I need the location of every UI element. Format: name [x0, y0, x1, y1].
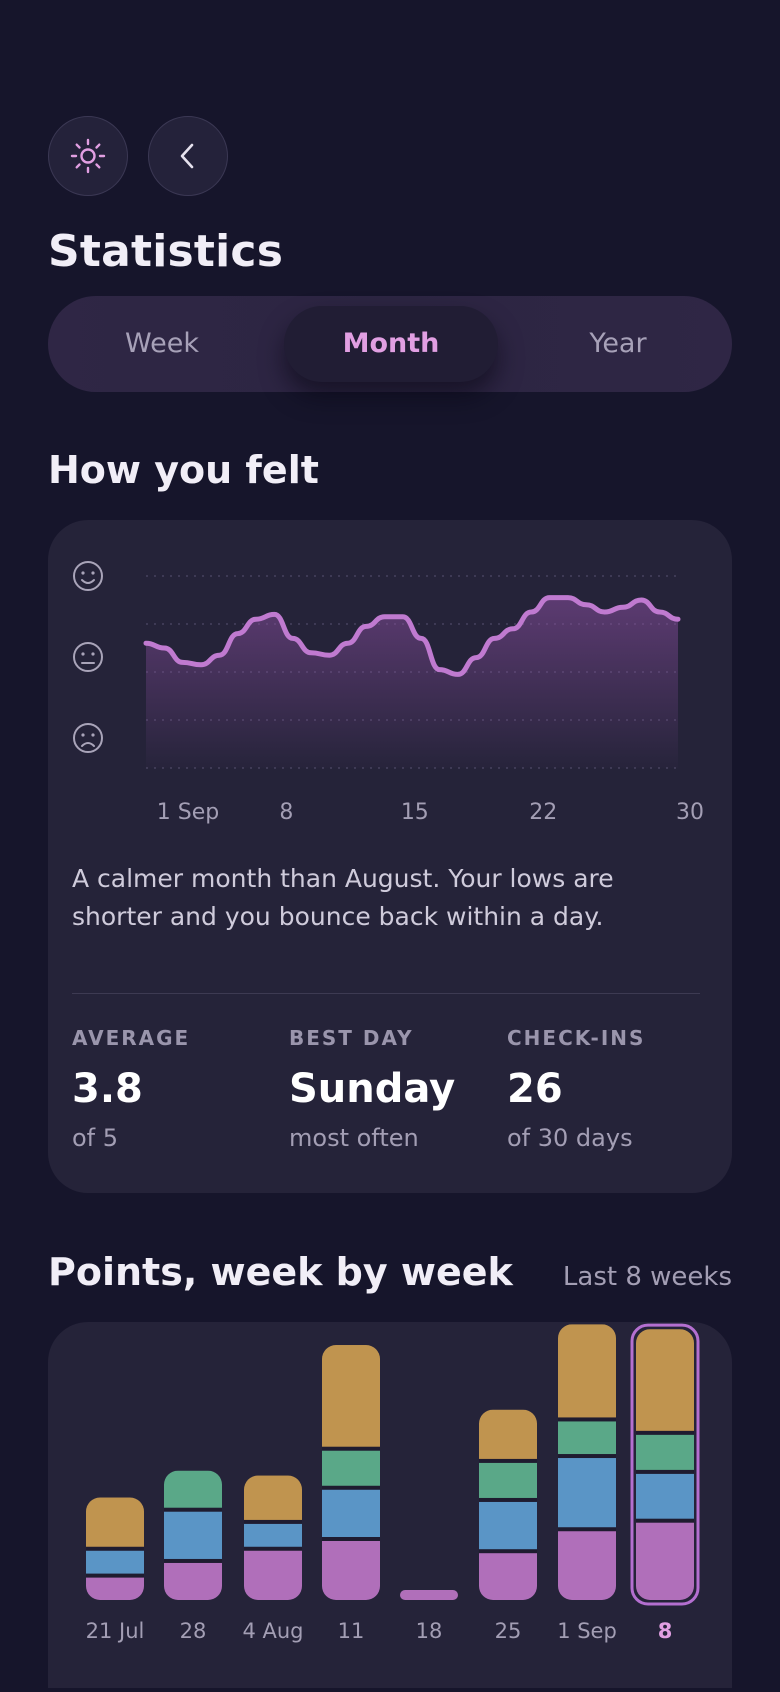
bar-segment — [164, 1470, 222, 1510]
bar-segment — [479, 1499, 537, 1552]
bar-column[interactable] — [164, 1470, 222, 1600]
bar-separator — [322, 1446, 380, 1451]
bar-segment — [322, 1448, 380, 1488]
bar-segment — [322, 1487, 380, 1539]
back-button[interactable] — [148, 116, 228, 196]
x-tick-label: 18 — [416, 1619, 443, 1643]
x-tick-label: 11 — [338, 1619, 365, 1643]
x-tick-label: 21 Jul — [86, 1619, 145, 1643]
x-tick-label: 15 — [401, 800, 429, 825]
bar-separator — [164, 1558, 222, 1563]
bar-segment — [322, 1539, 380, 1600]
bar-segment — [164, 1560, 222, 1600]
x-tick-label: 30 — [676, 800, 704, 825]
x-tick-label: 22 — [529, 800, 557, 825]
bar-segment — [636, 1471, 694, 1521]
bar-separator — [322, 1485, 380, 1490]
bar-column[interactable] — [558, 1324, 616, 1600]
mood-card: 1 Sep 8 15 22 30 A calmer month than August.… — [48, 520, 732, 1193]
bar-segment — [479, 1409, 537, 1461]
mood-description: A calmer month than August. Your lows ar… — [72, 864, 614, 931]
bar-separator — [322, 1537, 380, 1541]
stat-value: 3.8 — [72, 1066, 143, 1112]
bar-separator — [86, 1546, 144, 1551]
bar-column[interactable] — [244, 1475, 302, 1600]
period-segmented-control: Week Month Year — [48, 296, 732, 392]
bar-column[interactable] — [86, 1497, 144, 1600]
stat-label: BEST DAY — [289, 1026, 414, 1050]
stat-check-ins: CHECK-INS 26 of 30 days — [507, 1026, 717, 1152]
divider — [72, 993, 700, 994]
x-tick-label: 4 Aug — [242, 1619, 303, 1643]
bar-column[interactable] — [479, 1409, 537, 1600]
points-heading: Points, week by week — [48, 1250, 513, 1294]
tab-week[interactable]: Week — [48, 296, 276, 392]
mood-heading: How you felt — [48, 448, 319, 492]
stat-value: Sunday — [289, 1066, 456, 1112]
bar-segment — [86, 1497, 144, 1549]
bar-separator — [479, 1549, 537, 1554]
bar-segment — [636, 1329, 694, 1433]
stat-sub: most often — [289, 1124, 419, 1152]
bar-separator — [636, 1430, 694, 1435]
points-card: 21 Jul 28 4 Aug 11 18 25 1 Sep 8 — [48, 1322, 732, 1688]
bar-segment — [164, 1509, 222, 1561]
frown-face-icon — [73, 723, 103, 753]
stat-average: AVERAGE 3.8 of 5 — [72, 1026, 282, 1152]
bar-segment — [558, 1324, 616, 1420]
bar-separator — [244, 1519, 302, 1524]
stat-value: 26 — [507, 1066, 563, 1112]
bar-segment — [244, 1548, 302, 1600]
bar-segment — [244, 1475, 302, 1522]
bar-column[interactable] — [630, 1323, 700, 1606]
bar-segment — [558, 1419, 616, 1457]
x-tick-label: 8 — [658, 1619, 673, 1643]
x-tick-label: 8 — [279, 800, 293, 825]
bar-segment — [479, 1460, 537, 1500]
tab-year[interactable]: Year — [504, 296, 732, 392]
stat-sub: of 30 days — [507, 1124, 633, 1152]
bar-segment — [322, 1345, 380, 1449]
tab-month[interactable]: Month — [277, 296, 505, 392]
bar-segment — [86, 1548, 144, 1576]
bar-segment — [244, 1521, 302, 1549]
bar-segment — [558, 1456, 616, 1530]
range-label: Last 8 weeks — [562, 1262, 732, 1292]
bar-segment — [558, 1529, 616, 1600]
bar-separator — [244, 1546, 302, 1551]
smile-face-icon — [73, 561, 103, 591]
bar-segment — [636, 1432, 694, 1472]
x-tick-label: 28 — [180, 1619, 207, 1643]
bar-separator — [479, 1497, 537, 1502]
stat-label: AVERAGE — [72, 1026, 191, 1050]
points-bar-chart: 21 Jul 28 4 Aug 11 18 25 1 Sep 8 — [86, 1323, 700, 1643]
bar-segment — [479, 1551, 537, 1600]
bar-separator — [636, 1518, 694, 1523]
sun-icon — [70, 138, 106, 174]
bar-segment — [636, 1520, 694, 1600]
stat-sub: of 5 — [72, 1124, 119, 1152]
stat-best-day: BEST DAY Sunday most often — [289, 1026, 499, 1152]
x-tick-label: 1 Sep — [557, 1619, 617, 1643]
stat-label: CHECK-INS — [507, 1026, 646, 1050]
bar-separator — [558, 1417, 616, 1422]
neutral-face-icon — [73, 642, 103, 672]
bar-column[interactable] — [322, 1345, 380, 1600]
bar-segment — [86, 1575, 144, 1600]
bar-separator — [479, 1458, 537, 1463]
mood-chart: 1 Sep 8 15 22 30 — [73, 561, 704, 825]
bar-segment — [400, 1590, 458, 1600]
bar-separator — [558, 1454, 616, 1459]
x-tick-label: 25 — [495, 1619, 522, 1643]
theme-toggle-button[interactable] — [48, 116, 128, 196]
bar-separator — [164, 1507, 222, 1512]
bar-separator — [636, 1469, 694, 1474]
page-title: Statistics — [48, 226, 284, 277]
chevron-left-icon — [180, 143, 194, 169]
bar-separator — [558, 1527, 616, 1532]
bar-separator — [86, 1573, 144, 1578]
x-tick-label: 1 Sep — [157, 800, 219, 825]
